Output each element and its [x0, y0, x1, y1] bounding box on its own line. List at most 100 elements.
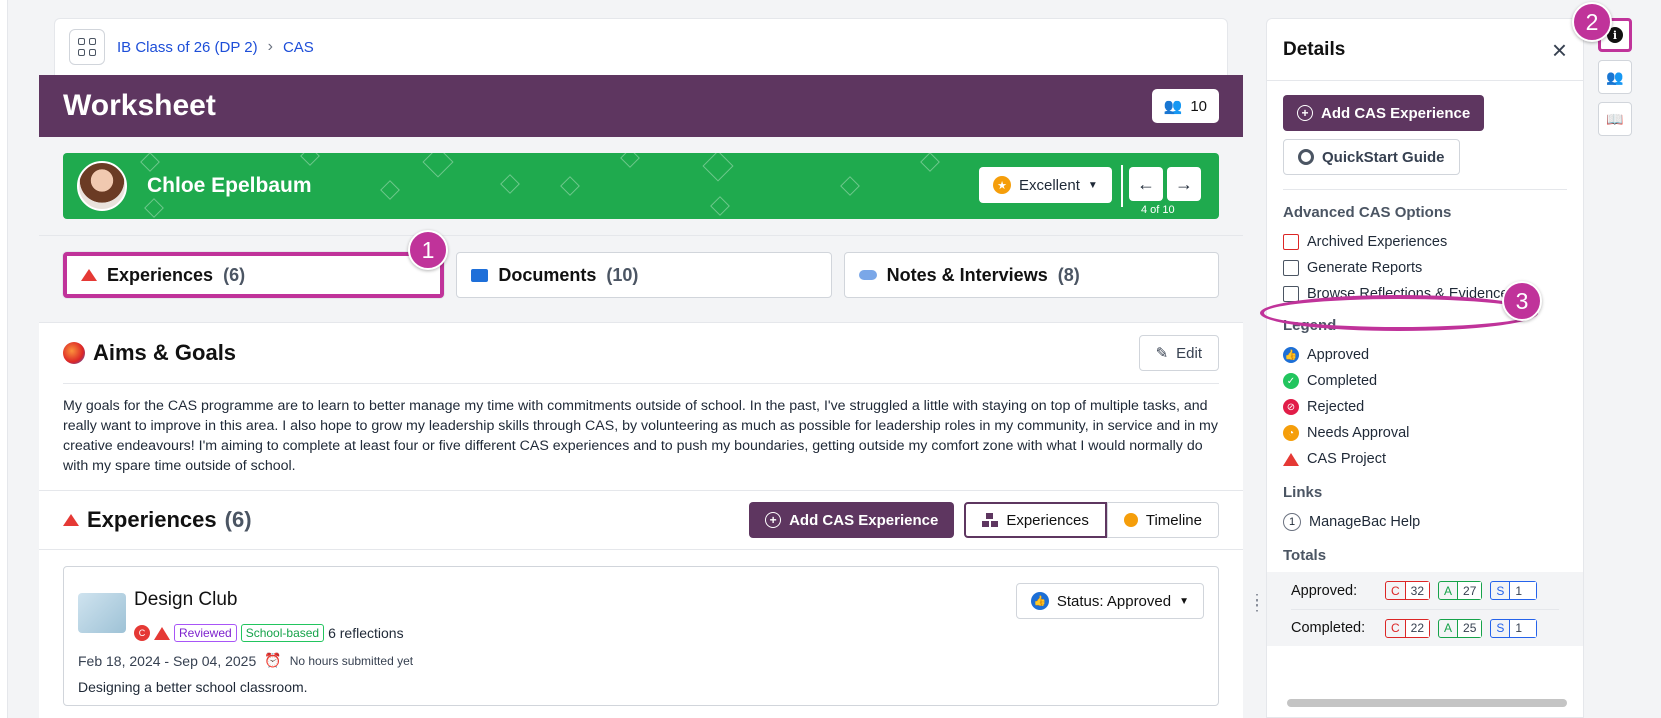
horizontal-scrollbar[interactable] — [1287, 699, 1567, 707]
plus-circle-icon: + — [1297, 105, 1313, 121]
arrow-right-icon: → — [1175, 173, 1193, 194]
decoration — [140, 153, 160, 172]
advanced-options-title: Advanced CAS Options — [1283, 204, 1452, 221]
caret-down-icon: ▼ — [1087, 179, 1098, 191]
aims-title: Aims & Goals — [63, 340, 236, 366]
breadcrumb-class-link[interactable]: IB Class of 26 (DP 2) — [117, 39, 258, 56]
prev-student-button[interactable]: ← — [1129, 167, 1163, 201]
reviewed-tag: Reviewed — [174, 624, 237, 642]
experience-dates: Feb 18, 2024 - Sep 04, 2025 ⏰ No hours s… — [78, 652, 413, 669]
decoration — [702, 153, 734, 182]
aims-goals-section: Aims & Goals ✎ Edit My goals for the CAS… — [39, 322, 1243, 490]
archived-label: Archived Experiences — [1307, 234, 1448, 250]
legend-label: Completed — [1307, 373, 1378, 389]
number-one-icon: 1 — [1283, 513, 1301, 531]
callout-1: 1 — [408, 230, 448, 270]
students-count: 10 — [1190, 97, 1207, 115]
experiences-title: Experiences (6) — [63, 507, 252, 533]
edit-label: Edit — [1176, 344, 1202, 362]
check-circle-icon: ✓ — [1283, 373, 1299, 389]
trophy-icon: ★ — [993, 176, 1011, 194]
edit-aims-button[interactable]: ✎ Edit — [1138, 335, 1219, 371]
legend-label: Needs Approval — [1307, 425, 1410, 441]
tab-documents[interactable]: Documents (10) — [456, 252, 832, 298]
plus-circle-icon: + — [765, 512, 782, 528]
legend-approved: 👍 Approved — [1283, 342, 1567, 368]
student-avatar — [77, 161, 127, 211]
creativity-chip: C 22 — [1385, 618, 1431, 638]
experience-title[interactable]: Design Club — [134, 589, 238, 611]
decoration — [560, 176, 580, 196]
tab-count: (8) — [1057, 264, 1080, 285]
students-count-button[interactable]: 👥 10 — [1151, 89, 1219, 123]
aims-title-text: Aims & Goals — [93, 340, 237, 365]
apps-grid-button[interactable] — [69, 29, 105, 65]
close-icon[interactable]: × — [1552, 37, 1567, 63]
aims-text: My goals for the CAS programme are to le… — [63, 383, 1219, 490]
experience-card[interactable]: Design Club C Reviewed School-based 6 re… — [63, 566, 1219, 706]
highlight-oval — [1260, 295, 1538, 331]
rating-label: Excellent — [1019, 176, 1080, 194]
experience-tags: C Reviewed School-based 6 reflections — [134, 624, 404, 642]
speech-bubble-icon — [858, 270, 877, 280]
decoration — [380, 180, 400, 200]
cas-triangle-icon — [81, 269, 97, 281]
tab-count: (10) — [606, 264, 639, 285]
aims-header: Aims & Goals ✎ Edit — [63, 323, 1219, 383]
panel-add-cas-experience-button[interactable]: + Add CAS Experience — [1283, 95, 1485, 131]
tab-notes-interviews[interactable]: Notes & Interviews (8) — [843, 252, 1219, 298]
add-label: Add CAS Experience — [789, 511, 939, 529]
section-tabs: Experiences (6) Documents (10) Notes & I… — [39, 235, 1243, 322]
managebac-help-link[interactable]: 1 ManageBac Help — [1283, 509, 1567, 535]
view-experiences-button[interactable]: Experiences — [964, 502, 1107, 538]
alarm-clock-icon: ⏰ — [264, 652, 282, 668]
next-student-button[interactable]: → — [1167, 167, 1201, 201]
details-body: + Add CAS Experience QuickStart Guide Ad… — [1267, 81, 1583, 658]
experience-description: Designing a better school classroom. — [78, 679, 308, 695]
totals-title: Totals — [1283, 547, 1327, 564]
thumbs-up-icon: 👍 — [1030, 592, 1049, 610]
clock-icon: ◔ — [1283, 425, 1299, 441]
page-title: Worksheet — [63, 89, 216, 122]
experience-thumbnail — [78, 593, 126, 633]
student-banner: Chloe Epelbaum ★ Excellent ▼ ← → 4 of 10 — [63, 153, 1219, 219]
blocks-icon — [982, 513, 999, 527]
callout-2: 2 — [1572, 2, 1612, 42]
experiences-header: Experiences (6) + Add CAS Experience Exp… — [39, 490, 1243, 550]
cas-triangle-icon — [63, 514, 79, 526]
generate-reports-link[interactable]: Generate Reports — [1283, 255, 1567, 281]
caret-down-icon: ▼ — [1179, 595, 1189, 607]
totals-row-approved: Approved: C 32 A 27 S1 — [1291, 572, 1559, 609]
view-timeline-button[interactable]: Timeline — [1106, 502, 1219, 538]
envelope-icon — [1283, 234, 1299, 250]
legend-rejected: ⊘ Rejected — [1283, 394, 1567, 420]
breadcrumb-cas-link[interactable]: CAS — [283, 39, 314, 56]
rating-dropdown[interactable]: ★ Excellent ▼ — [979, 167, 1112, 203]
book-button[interactable]: 📖 — [1598, 102, 1632, 136]
book-icon: 📖 — [1606, 110, 1624, 127]
worksheet-header: Worksheet 👥 10 — [39, 75, 1243, 137]
add-cas-experience-button[interactable]: + Add CAS Experience — [749, 502, 955, 538]
help-label: ManageBac Help — [1309, 514, 1421, 530]
resize-handle-icon[interactable]: ⋮ ⋮ — [1250, 592, 1264, 612]
decoration — [300, 153, 320, 166]
quickstart-label: QuickStart Guide — [1322, 148, 1445, 166]
tab-experiences[interactable]: Experiences (6) — [63, 252, 445, 298]
view-timeline-label: Timeline — [1145, 511, 1202, 529]
divider — [1121, 165, 1123, 207]
view-experiences-label: Experiences — [1006, 511, 1089, 529]
decoration — [500, 174, 520, 194]
status-dropdown[interactable]: 👍 Status: Approved ▼ — [1015, 583, 1204, 619]
decoration — [840, 176, 860, 196]
quickstart-guide-button[interactable]: QuickStart Guide — [1283, 139, 1460, 175]
student-name: Chloe Epelbaum — [147, 174, 312, 197]
details-panel: Details × + Add CAS Experience QuickStar… — [1266, 18, 1584, 718]
activity-chip: A 27 — [1438, 581, 1483, 600]
decoration — [920, 153, 940, 172]
totals-table: Approved: C 32 A 27 S1 Completed: C 22 A 25 … — [1267, 572, 1583, 646]
archived-experiences-link[interactable]: Archived Experiences — [1283, 229, 1567, 255]
experiences-title-text: Experiences — [87, 507, 217, 532]
cas-project-icon — [1283, 452, 1299, 466]
arrow-left-icon: ← — [1137, 173, 1155, 194]
people-button[interactable]: 👥 — [1598, 60, 1632, 94]
